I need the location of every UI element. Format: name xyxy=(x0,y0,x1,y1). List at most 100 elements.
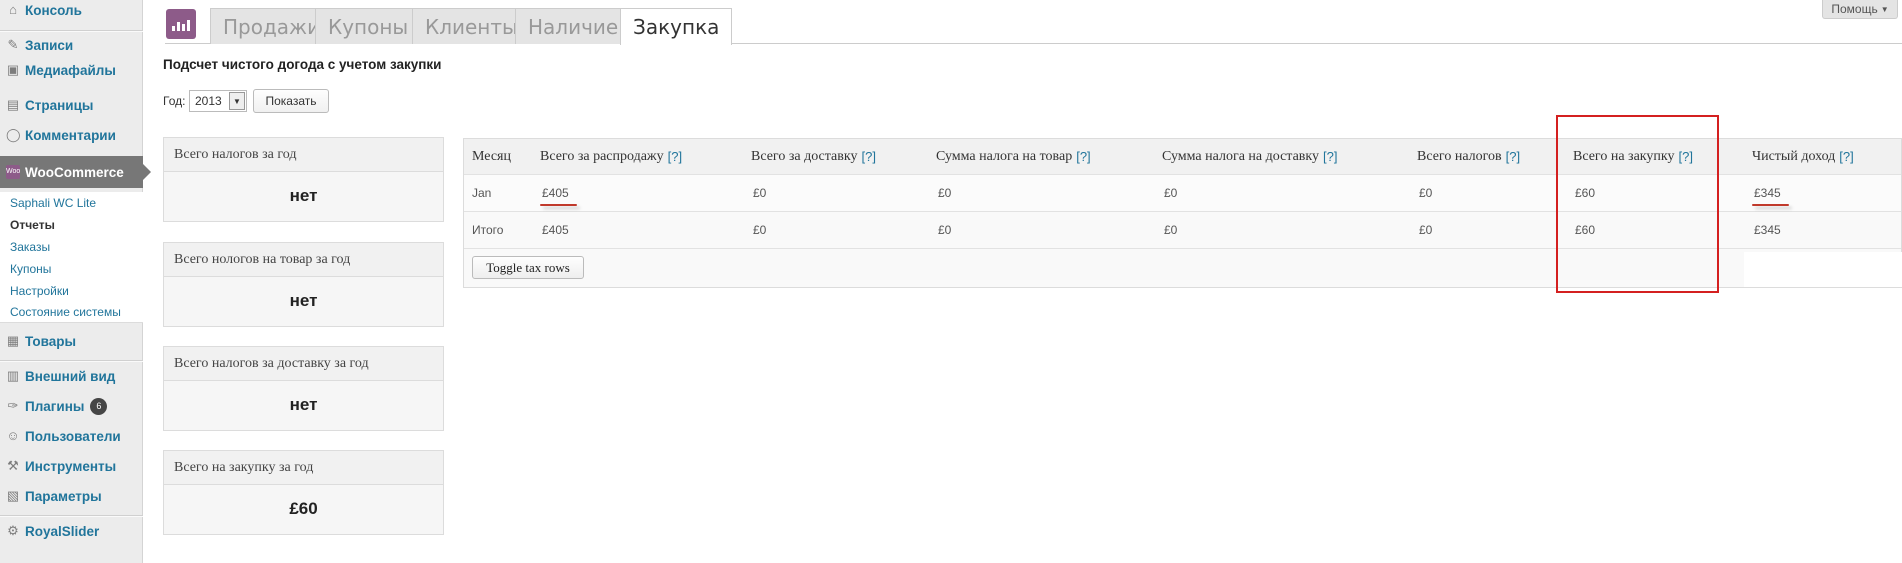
sales-total-value: £405 xyxy=(540,186,577,206)
summary-label: Всего налогов за доставку за год xyxy=(164,347,443,381)
home-icon: ⌂ xyxy=(9,2,17,17)
report-tabs: Продажи Купоны Клиенты Наличие Закупка xyxy=(165,6,1902,45)
summary-value: £60 xyxy=(289,499,318,518)
summary-label: Всего налогов за год xyxy=(164,138,443,172)
toggle-tax-rows-button[interactable]: Toggle tax rows xyxy=(472,256,584,279)
header-shipping-total: Всего за доставку [?] xyxy=(751,148,876,165)
menu-item-woocommerce[interactable]: Woo WooCommerce xyxy=(0,156,151,188)
menu-separator xyxy=(0,515,143,517)
tab-customers[interactable]: Клиенты xyxy=(412,8,531,44)
help-tip[interactable]: [?] xyxy=(1076,149,1090,164)
media-icon: ▣ xyxy=(6,62,20,77)
menu-item-pages[interactable]: ▤ Страницы xyxy=(0,92,143,118)
summary-label: Всего нологов на товар за год xyxy=(164,243,443,277)
appearance-icon: ▥ xyxy=(6,368,20,383)
menu-item-console[interactable]: ⌂ Консоль xyxy=(0,0,143,23)
cell-total-tax: £0 xyxy=(1419,223,1433,237)
cell-month: Итого xyxy=(472,223,504,237)
comments-icon: ◯ xyxy=(6,127,21,142)
tab-stock[interactable]: Наличие xyxy=(515,8,632,44)
cell-sales-total: £405 xyxy=(540,175,577,211)
menu-separator xyxy=(0,360,143,362)
header-month: Месяц xyxy=(472,148,511,164)
show-button[interactable]: Показать xyxy=(253,89,329,113)
gear-icon: ⚙ xyxy=(7,523,19,538)
menu-label: WooCommerce xyxy=(25,164,124,180)
menu-label: Записи xyxy=(25,37,74,53)
submenu-item-reports[interactable]: Отчеты xyxy=(10,218,55,232)
cell-total-tax: £0 xyxy=(1419,186,1433,200)
summary-value: нет xyxy=(289,395,318,414)
menu-label: Страницы xyxy=(25,97,94,113)
menu-label: Внешний вид xyxy=(25,368,116,384)
tab-purchase[interactable]: Закупка xyxy=(620,8,733,45)
submenu-item-system-status[interactable]: Состояние системы xyxy=(10,305,121,319)
products-icon: ▦ xyxy=(6,333,20,348)
cell-product-tax: £0 xyxy=(938,186,952,200)
net-income-value: £345 xyxy=(1752,186,1789,206)
help-label: Помощь xyxy=(1831,2,1878,16)
help-tip[interactable]: [?] xyxy=(1323,149,1337,164)
year-select[interactable]: 2013 ▼ xyxy=(189,90,247,112)
menu-item-tools[interactable]: ⚒ Инструменты xyxy=(0,453,143,479)
menu-label: Плагины xyxy=(25,398,85,414)
menu-label: Товары xyxy=(25,333,77,349)
help-tip[interactable]: [?] xyxy=(1839,149,1853,164)
menu-label: Медиафайлы xyxy=(25,62,116,78)
help-button[interactable]: Помощь ▼ xyxy=(1822,0,1898,19)
chevron-down-icon: ▼ xyxy=(229,92,245,110)
menu-item-users[interactable]: ☺ Пользователи xyxy=(0,423,143,449)
menu-label: RoyalSlider xyxy=(25,523,100,539)
tools-icon: ⚒ xyxy=(7,458,19,473)
cell-shipping-total: £0 xyxy=(753,223,767,237)
menu-label: Комментарии xyxy=(25,127,116,143)
pin-icon: ✎ xyxy=(7,37,19,52)
page-title: Подсчет чистого догода с учетом закупки xyxy=(163,57,442,72)
year-label: Год: xyxy=(163,94,186,108)
submenu-item-settings[interactable]: Настройки xyxy=(10,284,69,298)
menu-item-products[interactable]: ▦ Товары xyxy=(0,328,143,354)
cell-net-income: £345 xyxy=(1754,223,1781,237)
summary-box-total-tax: Всего налогов за год нет xyxy=(163,137,444,222)
submenu-item-orders[interactable]: Заказы xyxy=(10,240,50,254)
admin-sidebar: ⌂ Консоль ✎ Записи ▣ Медиафайлы ▤ Страницы ◯… xyxy=(0,0,151,563)
submenu-item-coupons[interactable]: Купоны xyxy=(10,262,51,276)
summary-label: Всего на закупку за год xyxy=(164,451,443,485)
help-tip[interactable]: [?] xyxy=(1506,149,1520,164)
menu-item-comments[interactable]: ◯ Комментарии xyxy=(0,122,143,148)
net-income-footer-cell xyxy=(1744,252,1902,287)
settings-icon: ▧ xyxy=(6,488,20,503)
menu-item-settings[interactable]: ▧ Параметры xyxy=(0,483,143,509)
pages-icon: ▤ xyxy=(6,97,20,112)
menu-label: Консоль xyxy=(25,2,82,18)
summary-value: нет xyxy=(289,291,318,310)
plugins-update-badge: 6 xyxy=(90,397,108,415)
cell-month: Jan xyxy=(472,186,492,200)
cell-product-tax: £0 xyxy=(938,223,952,237)
tab-coupons[interactable]: Купоны xyxy=(315,8,422,44)
cell-shipping-tax: £0 xyxy=(1164,186,1178,200)
header-net-income: Чистый доход [?] xyxy=(1752,148,1854,165)
menu-item-posts[interactable]: ✎ Записи xyxy=(0,32,143,58)
menu-label: Параметры xyxy=(25,488,102,504)
reports-chart-icon xyxy=(166,9,196,39)
help-tip[interactable]: [?] xyxy=(861,149,875,164)
menu-item-royalslider[interactable]: ⚙ RoyalSlider xyxy=(0,518,143,544)
header-sales-total: Всего за распродажу [?] xyxy=(540,148,683,165)
cell-shipping-tax: £0 xyxy=(1164,223,1178,237)
menu-item-media[interactable]: ▣ Медиафайлы xyxy=(0,57,143,83)
help-tip[interactable]: [?] xyxy=(668,149,682,164)
summary-box-product-tax: Всего нологов на товар за год нет xyxy=(163,242,444,327)
menu-item-appearance[interactable]: ▥ Внешний вид xyxy=(0,363,143,389)
plugins-icon: ✑ xyxy=(7,398,19,413)
header-shipping-tax: Сумма налога на доставку [?] xyxy=(1162,148,1338,165)
summary-box-purchase-total: Всего на закупку за год £60 xyxy=(163,450,444,535)
purchase-column-highlight xyxy=(1556,115,1719,293)
header-total-tax: Всего налогов [?] xyxy=(1417,148,1521,165)
cell-sales-total: £405 xyxy=(542,223,569,237)
woocommerce-submenu: Saphali WC Lite Отчеты Заказы Купоны Нас… xyxy=(0,192,143,323)
users-icon: ☺ xyxy=(6,428,20,443)
menu-label: Пользователи xyxy=(25,428,121,444)
submenu-item-saphali[interactable]: Saphali WC Lite xyxy=(10,196,96,210)
menu-item-plugins[interactable]: ✑ Плагины 6 xyxy=(0,393,143,419)
